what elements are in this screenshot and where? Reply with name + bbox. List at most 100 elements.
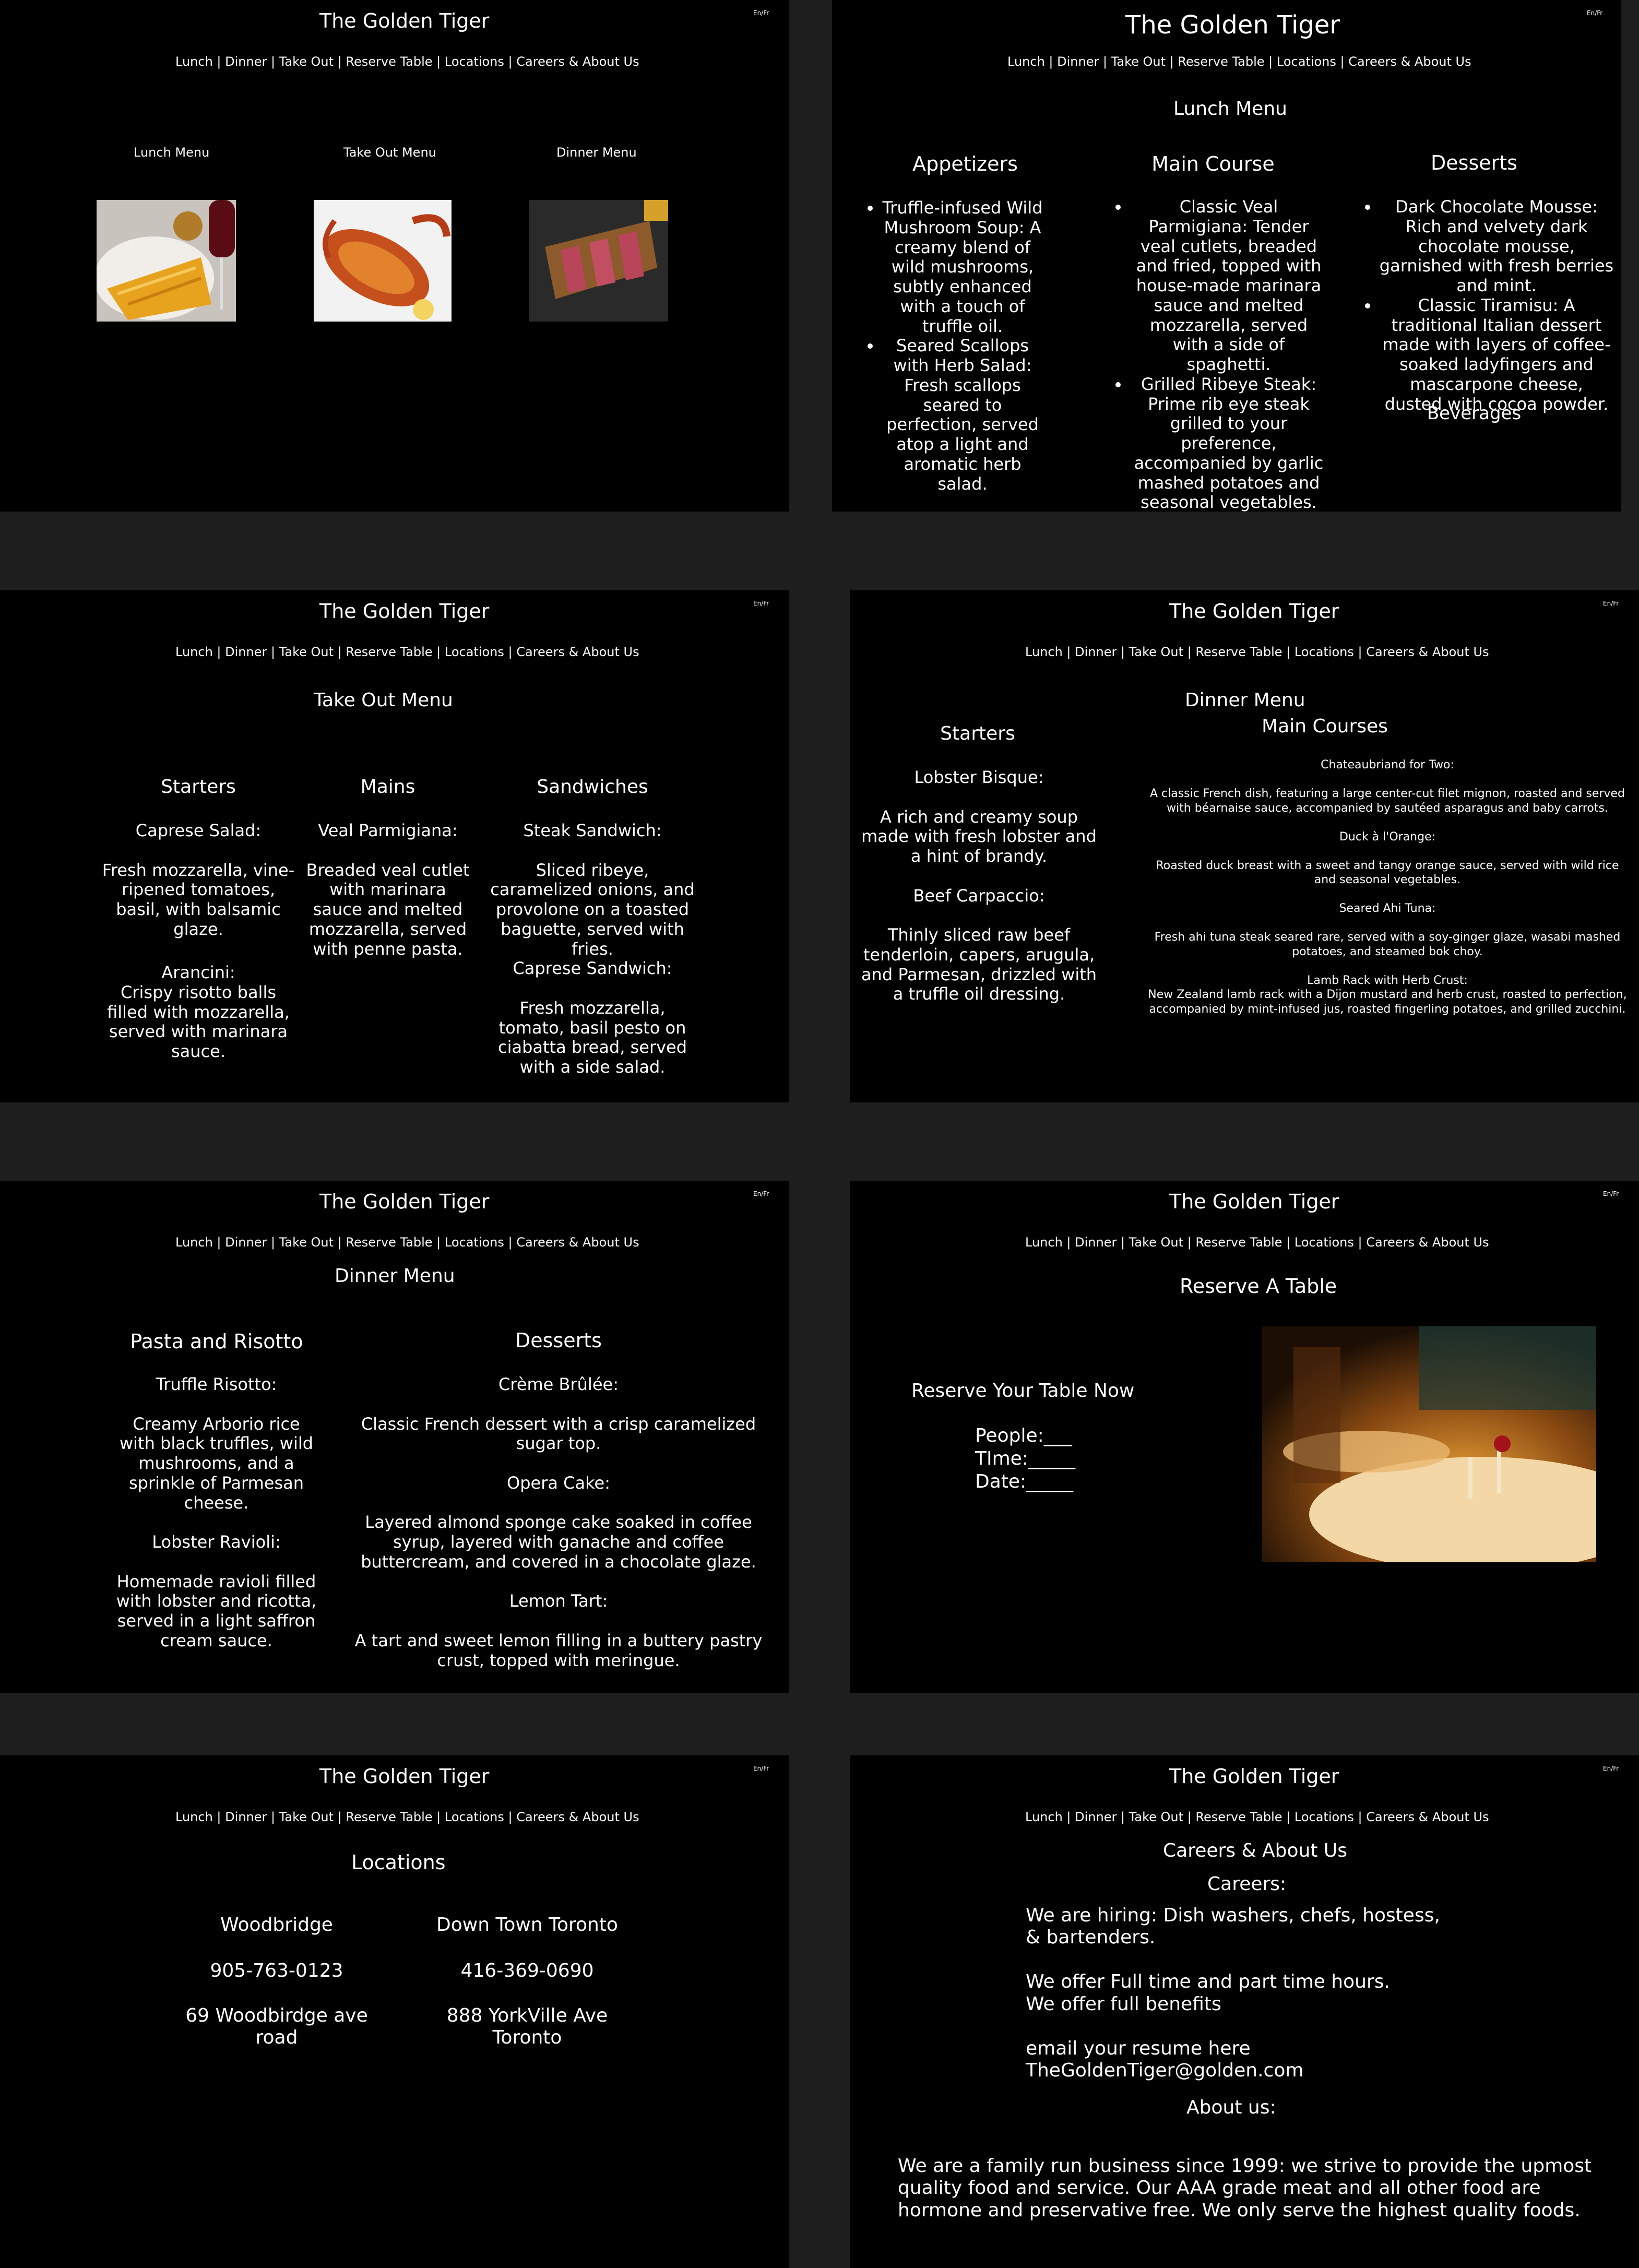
- nav-link-dinner[interactable]: Dinner: [1075, 1235, 1117, 1250]
- nav-link-careers-about-us[interactable]: Careers & About Us: [1348, 54, 1471, 69]
- lobster-photo[interactable]: [314, 200, 452, 322]
- beverages-heading: Beverages: [1427, 403, 1522, 424]
- nav-separator: |: [212, 645, 225, 659]
- nav-link-lunch[interactable]: Lunch: [175, 54, 213, 69]
- language-toggle[interactable]: En/Fr: [1603, 1765, 1619, 1772]
- date-field[interactable]: Date:_____: [975, 1471, 1073, 1493]
- sandwiches-text: Steak Sandwich: Sliced ribeye, carameliz…: [490, 821, 695, 1077]
- language-toggle[interactable]: En/Fr: [1587, 9, 1602, 17]
- nav-separator: |: [432, 1810, 445, 1824]
- pasta-risotto-title: Pasta and Risotto: [130, 1330, 303, 1353]
- nav-separator: |: [212, 54, 225, 69]
- nav-link-lunch[interactable]: Lunch: [1025, 1235, 1063, 1250]
- sandwiches-title: Sandwiches: [537, 776, 648, 798]
- nav-separator: |: [1264, 54, 1277, 69]
- nav-link-locations[interactable]: Locations: [1277, 54, 1336, 69]
- fries-and-wine-photo[interactable]: [97, 200, 236, 322]
- site-title: The Golden Tiger: [1169, 600, 1339, 623]
- nav-link-locations[interactable]: Locations: [1294, 645, 1354, 659]
- nav-link-dinner[interactable]: Dinner: [225, 1810, 267, 1824]
- sliced-steak-photo[interactable]: [529, 200, 668, 322]
- nav-link-reserve-table[interactable]: Reserve Table: [1178, 54, 1264, 69]
- nav-separator: |: [432, 1235, 445, 1250]
- nav-link-dinner[interactable]: Dinner: [225, 645, 267, 659]
- nav-separator: |: [334, 645, 346, 659]
- nav-link-lunch[interactable]: Lunch: [175, 1235, 213, 1250]
- location-phone[interactable]: 416-369-0690: [423, 1960, 632, 1982]
- nav-link-careers-about-us[interactable]: Careers & About Us: [516, 645, 639, 659]
- nav-link-dinner[interactable]: Dinner: [225, 1235, 267, 1250]
- nav-link-take-out[interactable]: Take Out: [1129, 1810, 1183, 1824]
- nav-separator: |: [1282, 1235, 1294, 1250]
- nav-separator: |: [1044, 54, 1058, 69]
- nav-link-take-out[interactable]: Take Out: [279, 54, 334, 69]
- nav-link-take-out[interactable]: Take Out: [1111, 54, 1166, 69]
- nav-link-reserve-table[interactable]: Reserve Table: [1195, 1810, 1282, 1824]
- lunch-menu-card-label[interactable]: Lunch Menu: [134, 145, 209, 160]
- nav-link-take-out[interactable]: Take Out: [1129, 645, 1183, 659]
- nav-link-careers-about-us[interactable]: Careers & About Us: [1366, 645, 1489, 659]
- language-toggle[interactable]: En/Fr: [753, 1765, 769, 1772]
- nav-separator: |: [432, 54, 445, 69]
- nav-link-dinner[interactable]: Dinner: [1057, 54, 1099, 69]
- nav-link-careers-about-us[interactable]: Careers & About Us: [516, 1235, 639, 1250]
- nav-link-careers-about-us[interactable]: Careers & About Us: [516, 54, 639, 69]
- nav-separator: |: [1183, 645, 1196, 659]
- nav-separator: |: [1117, 1810, 1129, 1824]
- nav-link-reserve-table[interactable]: Reserve Table: [1195, 1235, 1282, 1250]
- nav-link-careers-about-us[interactable]: Careers & About Us: [1366, 1235, 1489, 1250]
- language-toggle[interactable]: En/Fr: [753, 9, 769, 17]
- nav-link-take-out[interactable]: Take Out: [279, 1235, 334, 1250]
- nav-link-reserve-table[interactable]: Reserve Table: [346, 54, 432, 69]
- nav-link-dinner[interactable]: Dinner: [1075, 645, 1117, 659]
- nav-link-lunch[interactable]: Lunch: [1007, 54, 1045, 69]
- main-nav: Lunch | Dinner | Take Out | Reserve Tabl…: [175, 1235, 639, 1250]
- nav-link-reserve-table[interactable]: Reserve Table: [1195, 645, 1282, 659]
- nav-link-locations[interactable]: Locations: [445, 1235, 504, 1250]
- nav-link-reserve-table[interactable]: Reserve Table: [346, 1235, 432, 1250]
- dinner-menu-card-label[interactable]: Dinner Menu: [556, 145, 637, 160]
- language-toggle[interactable]: En/Fr: [753, 600, 769, 607]
- site-title: The Golden Tiger: [1169, 1765, 1339, 1788]
- people-field[interactable]: People:___: [975, 1425, 1072, 1447]
- list-item: Grilled Ribeye Steak: Prime rib eye stea…: [1130, 374, 1328, 512]
- list-item: Classic Tiramisu: A traditional Italian …: [1379, 295, 1614, 414]
- nav-link-take-out[interactable]: Take Out: [279, 645, 334, 659]
- nav-link-lunch[interactable]: Lunch: [1025, 645, 1063, 659]
- nav-separator: |: [1183, 1810, 1196, 1824]
- nav-link-careers-about-us[interactable]: Careers & About Us: [1366, 1810, 1489, 1824]
- time-field[interactable]: TIme:_____: [975, 1448, 1075, 1470]
- language-toggle[interactable]: En/Fr: [1603, 1190, 1619, 1197]
- nav-link-dinner[interactable]: Dinner: [225, 54, 267, 69]
- nav-link-take-out[interactable]: Take Out: [279, 1810, 334, 1824]
- nav-link-reserve-table[interactable]: Reserve Table: [346, 645, 432, 659]
- nav-link-locations[interactable]: Locations: [445, 645, 504, 659]
- nav-link-careers-about-us[interactable]: Careers & About Us: [516, 1810, 639, 1824]
- nav-separator: |: [504, 1235, 517, 1250]
- location-name: Woodbridge: [220, 1914, 333, 1935]
- page-heading: Take Out Menu: [314, 690, 453, 711]
- takeout-menu-card-label[interactable]: Take Out Menu: [343, 145, 436, 160]
- nav-link-lunch[interactable]: Lunch: [175, 645, 213, 659]
- nav-link-lunch[interactable]: Lunch: [175, 1810, 213, 1824]
- nav-separator: |: [1353, 645, 1367, 659]
- language-toggle[interactable]: En/Fr: [1603, 600, 1619, 607]
- nav-separator: |: [334, 54, 346, 69]
- nav-link-locations[interactable]: Locations: [445, 1810, 504, 1824]
- nav-link-take-out[interactable]: Take Out: [1129, 1235, 1183, 1250]
- nav-separator: |: [1062, 645, 1075, 659]
- nav-link-reserve-table[interactable]: Reserve Table: [346, 1810, 432, 1824]
- language-toggle[interactable]: En/Fr: [753, 1190, 769, 1197]
- nav-separator: |: [1282, 1810, 1294, 1824]
- nav-separator: |: [1336, 54, 1349, 69]
- nav-link-locations[interactable]: Locations: [1294, 1235, 1354, 1250]
- nav-link-locations[interactable]: Locations: [1294, 1810, 1354, 1824]
- restaurant-interior-photo: [1262, 1326, 1596, 1562]
- main-nav: Lunch | Dinner | Take Out | Reserve Tabl…: [175, 645, 639, 659]
- nav-link-lunch[interactable]: Lunch: [1025, 1810, 1063, 1824]
- location-phone[interactable]: 905-763-0123: [183, 1960, 371, 1982]
- nav-separator: |: [1353, 1810, 1367, 1824]
- nav-link-locations[interactable]: Locations: [445, 54, 504, 69]
- nav-link-dinner[interactable]: Dinner: [1075, 1810, 1117, 1824]
- careers-text: We are hiring: Dish washers, chefs, host…: [1026, 1905, 1440, 2082]
